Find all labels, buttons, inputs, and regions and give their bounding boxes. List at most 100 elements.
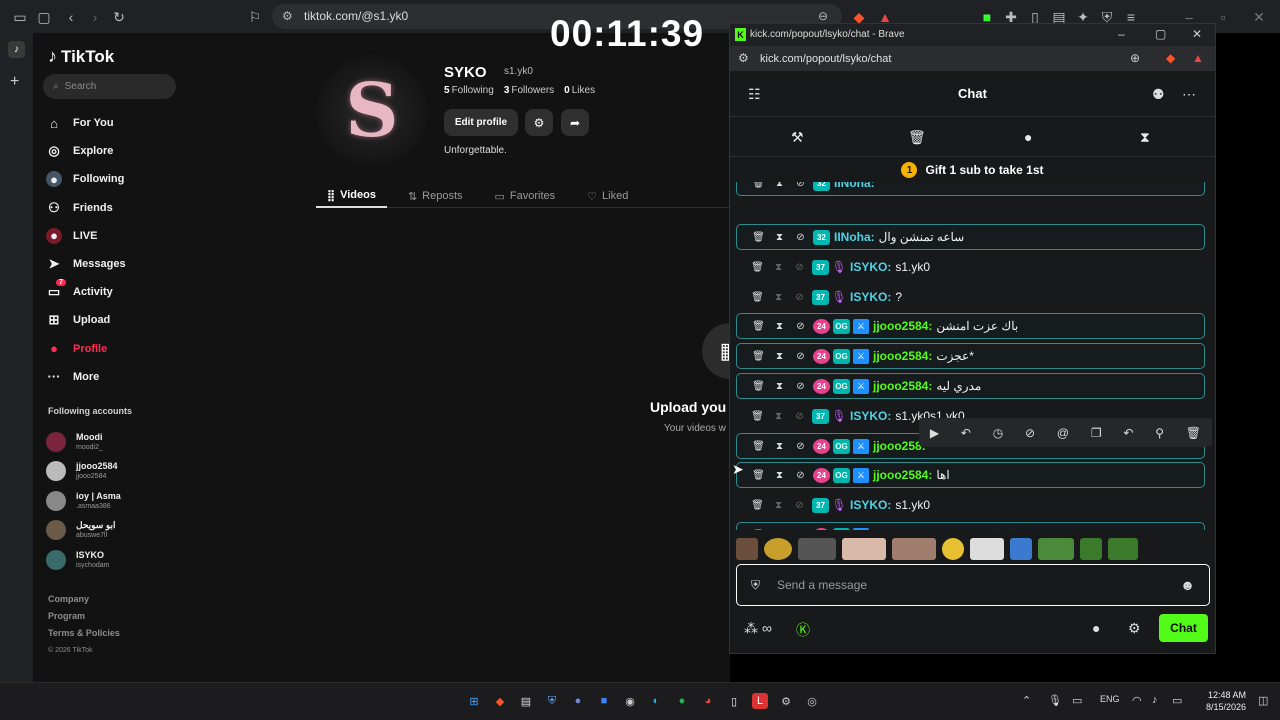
back-icon[interactable]: ‹: [62, 8, 80, 26]
hourglass-icon[interactable]: ⧗: [1140, 129, 1150, 146]
site-settings-icon[interactable]: ⚙: [282, 9, 293, 23]
tab-reposts[interactable]: ⇅ Reposts: [397, 184, 474, 208]
battery-icon[interactable]: ▭: [1172, 694, 1182, 707]
ban-hammer-icon[interactable]: ⚒: [791, 129, 804, 146]
infinity-icon[interactable]: ∞: [762, 620, 772, 636]
wifi-icon[interactable]: ◠: [1132, 694, 1142, 707]
chat-message[interactable]: 🗑 ⧗ ⊘ 24 OG ⚔ jjooo2584: عجزت*: [736, 343, 1205, 369]
account-item[interactable]: Moodi moodi2_: [46, 427, 186, 457]
chat-username[interactable]: ISYKO:: [850, 498, 891, 512]
trash-icon[interactable]: 🗑: [748, 182, 769, 189]
send-chat-button[interactable]: Chat: [1159, 614, 1208, 642]
chat-username[interactable]: IINoha:: [834, 182, 875, 190]
trash-icon[interactable]: 🗑: [747, 292, 768, 303]
emote[interactable]: [1108, 538, 1138, 560]
chat-username[interactable]: IINoha:: [834, 230, 875, 244]
eye-off-icon[interactable]: ⊘: [1025, 426, 1035, 440]
minimize-icon[interactable]: –: [1118, 27, 1125, 41]
chat-message[interactable]: 🗑 ⧗ ⊘ 32 IINoha: ساعه تمنشن وال: [736, 224, 1205, 250]
reply-icon[interactable]: ↶: [1123, 426, 1133, 440]
chat-username[interactable]: jjooo2584:: [873, 349, 932, 363]
search-input[interactable]: ⌕ Search: [43, 74, 176, 99]
emote[interactable]: [798, 538, 836, 560]
gear-icon[interactable]: ⚙: [1128, 620, 1141, 637]
nav-profile[interactable]: ● Profile: [46, 335, 181, 363]
chat-username[interactable]: jjooo258:: [873, 439, 926, 453]
emote[interactable]: [942, 538, 964, 560]
bookmark-icon[interactable]: ⚐: [246, 8, 264, 26]
popup-address-bar[interactable]: ⚙ kick.com/popout/lsyko/chat ⊕ ◆ ▲: [730, 46, 1215, 71]
chat-message[interactable]: 🗑 ⧗ ⊘ 37 🎙 ISYKO:?: [736, 284, 1205, 310]
hourglass-icon[interactable]: ⧗: [769, 530, 790, 531]
ban-icon[interactable]: ⊘: [790, 232, 811, 243]
spotify-icon[interactable]: ●: [674, 693, 690, 709]
more-options-icon[interactable]: ⋯: [1182, 86, 1196, 103]
trash-icon[interactable]: 🗑: [748, 232, 769, 243]
nav-for-you[interactable]: ⌂ For You: [46, 109, 181, 137]
mention-icon[interactable]: @: [1057, 426, 1069, 440]
ban-icon[interactable]: ⊘: [790, 530, 811, 531]
chat-message[interactable]: 🗑 ⧗ ⊘ 24 OG ⚔ jjooo2584: اها: [736, 462, 1205, 488]
hourglass-icon[interactable]: ⧗: [768, 292, 789, 303]
user-settings-icon[interactable]: ⚉: [1152, 86, 1165, 103]
account-item[interactable]: ابو سويحل abuswe7ll: [46, 516, 186, 546]
emote[interactable]: [970, 538, 1004, 560]
pin-icon[interactable]: ⚲: [1155, 426, 1164, 440]
trash-icon[interactable]: 🗑: [748, 530, 769, 531]
app-icon[interactable]: ▯: [726, 693, 742, 709]
profile-avatar[interactable]: S: [316, 55, 428, 167]
points-icon[interactable]: ⁂: [744, 620, 758, 637]
chat-message[interactable]: 🗑 ⧗ ⊘ 32 IINoha:: [736, 182, 1205, 196]
nav-activity[interactable]: ▭ 7 Activity: [46, 278, 181, 306]
chat-username[interactable]: ISYKO:: [850, 260, 891, 274]
nav-friends[interactable]: ⚇ Friends: [46, 194, 181, 222]
tab-favorites[interactable]: ▭ Favorites: [484, 184, 567, 208]
emote[interactable]: [892, 538, 936, 560]
new-tab-icon[interactable]: +: [10, 73, 19, 91]
ban-icon[interactable]: ⊘: [790, 351, 811, 362]
followers-stat[interactable]: 3 Followers: [504, 85, 554, 96]
hourglass-icon[interactable]: ⧗: [768, 500, 789, 511]
account-item[interactable]: jjooo2584 jjooo2584: [46, 457, 186, 487]
chat-username[interactable]: jjooo2584:: [873, 468, 932, 482]
ban-icon[interactable]: ⊘: [790, 441, 811, 452]
pinned-gift-banner[interactable]: 1 Gift 1 sub to take 1st: [730, 158, 1215, 182]
hourglass-icon[interactable]: ⧗: [769, 470, 790, 481]
nav-explore[interactable]: ◎ Explore: [46, 137, 181, 165]
nav-messages[interactable]: ➤ Messages: [46, 250, 181, 278]
nav-live[interactable]: ● LIVE: [46, 222, 181, 250]
ban-icon[interactable]: ⊘: [789, 292, 810, 303]
trash-icon[interactable]: 🗑: [748, 321, 769, 332]
brave-app-icon[interactable]: ◆: [492, 693, 508, 709]
chat-username[interactable]: ISYKO:: [850, 290, 891, 304]
hourglass-icon[interactable]: ⧗: [769, 441, 790, 452]
ban-icon[interactable]: ⊘: [790, 381, 811, 392]
ban-icon[interactable]: ⊘: [790, 470, 811, 481]
ban-icon[interactable]: ⊘: [790, 321, 811, 332]
trash-icon[interactable]: 🗑: [1186, 426, 1201, 440]
trash-icon[interactable]: 🗑: [747, 411, 768, 422]
settings-button[interactable]: ⚙: [525, 109, 553, 136]
account-item[interactable]: ioy | Asma .asmaa386: [46, 486, 186, 516]
chat-input-box[interactable]: ⛨ ☻: [736, 564, 1210, 606]
chat-username[interactable]: jjooo2584:: [873, 319, 932, 333]
emote[interactable]: [842, 538, 886, 560]
trash-icon[interactable]: 🗑: [747, 262, 768, 273]
app-icon[interactable]: ◎: [804, 693, 820, 709]
app-icon[interactable]: ■: [596, 693, 612, 709]
emote[interactable]: [1038, 538, 1074, 560]
microphone-icon[interactable]: 🎙: [1048, 694, 1062, 707]
close-icon[interactable]: ✕: [1250, 8, 1268, 26]
undo-icon[interactable]: ↶: [961, 426, 971, 440]
chat-message[interactable]: 🗑⧗⊘24OG⚔ jjooo2584: يلا ثواني ويمنشن: [736, 522, 1205, 530]
tiktok-tab-icon[interactable]: ♪: [8, 41, 25, 58]
tiktok-logo[interactable]: ♪ TikTok: [48, 46, 114, 67]
discord-icon[interactable]: ●: [570, 693, 586, 709]
footer-program-link[interactable]: Program: [48, 608, 120, 625]
following-stat[interactable]: 5 Following: [444, 85, 494, 96]
zoom-icon[interactable]: ⊖: [818, 9, 828, 23]
trash-icon[interactable]: 🗑: [747, 500, 768, 511]
close-icon[interactable]: ✕: [1192, 27, 1202, 41]
volume-icon[interactable]: ♪: [1152, 694, 1158, 706]
nav-upload[interactable]: ⊞ Upload: [46, 306, 181, 334]
